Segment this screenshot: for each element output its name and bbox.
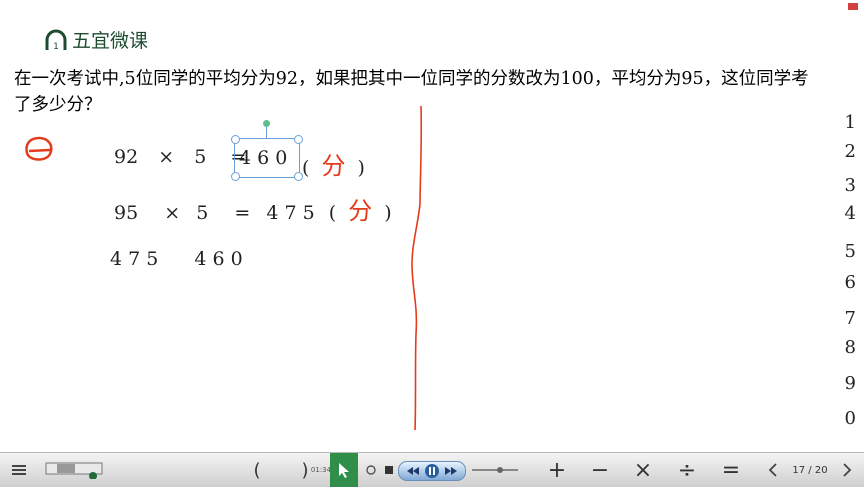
- right-paren: ): [384, 202, 392, 224]
- timestamp: 01:34: [310, 466, 332, 474]
- calc-row-3: 4 7 5 4 6 0: [110, 248, 243, 270]
- stop-icon[interactable]: [382, 453, 396, 487]
- divide-button[interactable]: ÷: [672, 453, 702, 487]
- minus-button[interactable]: −: [585, 453, 615, 487]
- left-paren: (: [302, 157, 310, 179]
- operand-a: 92: [114, 146, 139, 168]
- times-sign: ×: [158, 146, 175, 168]
- unit-group-1: ( 分 ): [302, 146, 365, 181]
- calc-row-2: 95 × 5 = 4 7 5 ( 分 ): [114, 191, 392, 226]
- times-sign: ×: [164, 202, 181, 224]
- equals-sign: =: [234, 202, 251, 224]
- left-paren-button[interactable]: (: [250, 453, 264, 487]
- resize-handle[interactable]: [294, 135, 303, 144]
- chevron-left-icon[interactable]: [764, 453, 782, 487]
- rotate-handle-line: [266, 127, 267, 139]
- chevron-right-icon[interactable]: [838, 453, 856, 487]
- resize-handle[interactable]: [231, 172, 240, 181]
- equals-button[interactable]: =: [716, 453, 746, 487]
- calc-row-1: 92 × 5 =: [114, 146, 246, 168]
- side-number: 9: [844, 373, 856, 394]
- logo-arch-icon: 1: [45, 29, 67, 52]
- handwritten-circle-mark-icon: [25, 136, 53, 161]
- side-number: 2: [844, 141, 856, 162]
- result-value: 4 6 0: [239, 147, 288, 169]
- side-number: 8: [844, 337, 856, 358]
- volume-slider[interactable]: [470, 453, 522, 487]
- side-number: 0: [844, 408, 856, 429]
- resize-handle[interactable]: [231, 135, 240, 144]
- value-left: 4 7 5: [110, 248, 159, 270]
- pen-tool-icon[interactable]: [362, 453, 380, 487]
- side-number: 6: [844, 272, 856, 293]
- logo-text: 五宜微课: [72, 30, 149, 52]
- unit-handwritten: 分: [321, 152, 346, 180]
- selection-box[interactable]: 4 6 0: [231, 120, 303, 181]
- window-indicator-icon[interactable]: [848, 3, 858, 10]
- pointer-tool-button[interactable]: [330, 453, 358, 487]
- right-paren: ): [357, 157, 365, 179]
- side-number: 7: [844, 308, 856, 329]
- side-number: 3: [844, 175, 856, 196]
- page-indicator: 17 / 20: [792, 464, 828, 476]
- handwritten-divider-line: [411, 105, 423, 431]
- menu-icon[interactable]: [8, 453, 30, 487]
- operand-a: 95: [114, 202, 139, 224]
- operand-b: 5: [196, 202, 209, 224]
- times-button[interactable]: ×: [628, 453, 658, 487]
- side-number: 1: [844, 112, 856, 133]
- bottom-toolbar: ( ) 01:34 + − × ÷ = 17 / 20: [0, 452, 864, 487]
- left-paren: (: [328, 202, 337, 224]
- svg-text:1: 1: [53, 42, 59, 52]
- thumbnail-strip[interactable]: [44, 453, 104, 487]
- result-value: 4 7 5: [266, 202, 315, 224]
- rotate-handle[interactable]: [263, 120, 270, 127]
- unit-handwritten: 分: [348, 197, 373, 225]
- plus-button[interactable]: +: [542, 453, 572, 487]
- operand-b: 5: [194, 146, 207, 168]
- side-number: 4: [844, 203, 856, 224]
- logo: 1 五宜微课: [44, 26, 148, 53]
- side-number: 5: [844, 241, 856, 262]
- playback-controls[interactable]: [398, 461, 466, 481]
- value-right: 4 6 0: [194, 248, 243, 270]
